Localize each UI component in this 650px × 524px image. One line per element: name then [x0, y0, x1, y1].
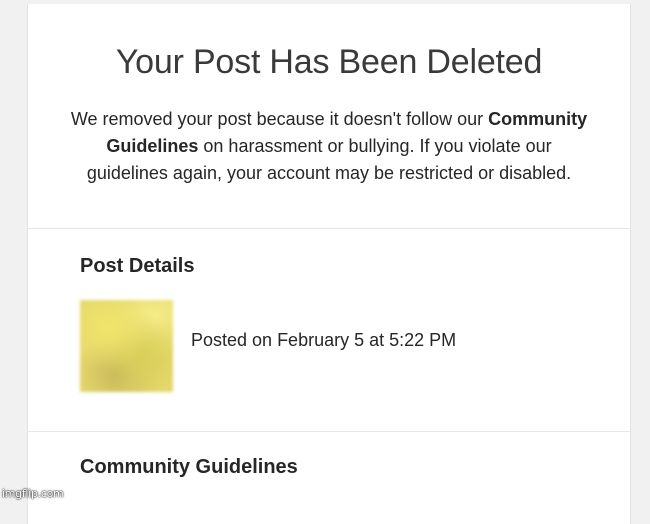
imgflip-watermark: imgflip.com — [2, 487, 64, 500]
deleted-post-card: Your Post Has Been Deleted We removed yo… — [27, 4, 631, 524]
notice-section: Your Post Has Been Deleted We removed yo… — [28, 4, 630, 229]
page-title: Your Post Has Been Deleted — [115, 43, 543, 81]
notice-message: We removed your post because it doesn't … — [69, 106, 589, 187]
post-thumbnail — [80, 300, 173, 392]
community-guidelines-heading: Community Guidelines — [80, 456, 298, 478]
post-details-heading: Post Details — [80, 255, 195, 277]
posted-date-text: Posted on February 5 at 5:22 PM — [191, 330, 457, 350]
post-details-section: Post Details Posted on February 5 at 5:2… — [28, 229, 630, 432]
notice-message-text-1: We removed your post because it doesn't … — [70, 109, 489, 129]
